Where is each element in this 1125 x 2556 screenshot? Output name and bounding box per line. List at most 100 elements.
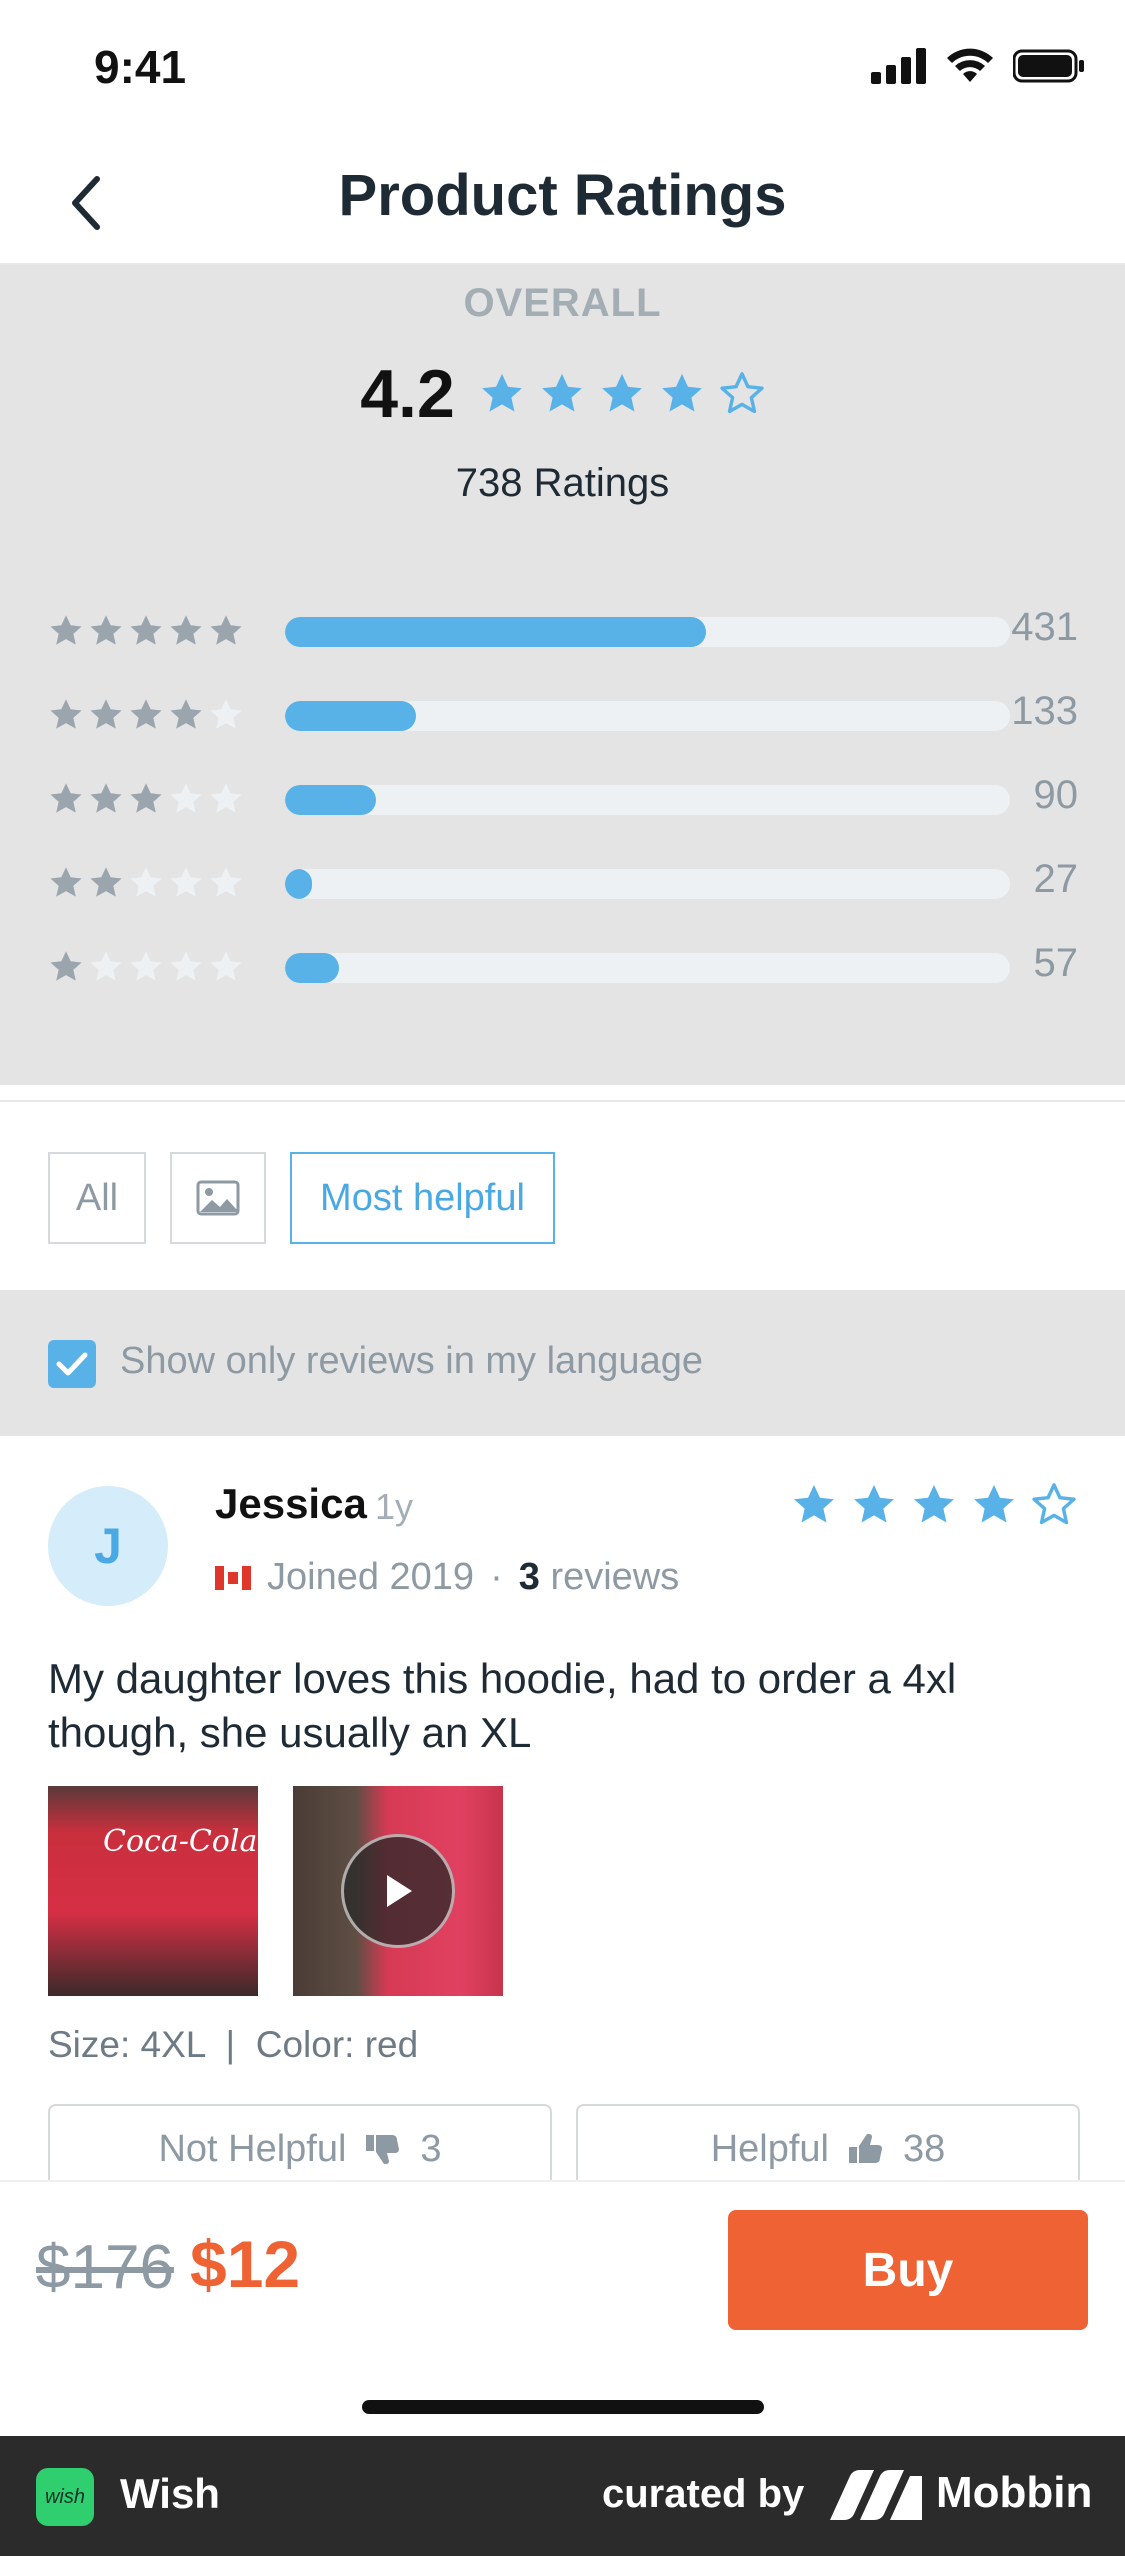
star-filled-icon [661, 373, 702, 412]
distribution-bar-fill [285, 785, 376, 815]
header: Product Ratings [0, 140, 1125, 265]
star-filled-icon [50, 783, 82, 813]
overall-stars [479, 371, 765, 417]
mobbin-logo-icon [830, 2470, 922, 2520]
star-filled-icon [794, 1484, 834, 1523]
distribution-row-5[interactable]: 431 [48, 605, 1078, 655]
star-filled-icon [90, 783, 122, 813]
star-filled-icon [50, 867, 82, 897]
star-empty-icon [210, 699, 242, 729]
filter-all-chip[interactable]: All [48, 1152, 146, 1244]
overall-label: OVERALL [463, 281, 662, 325]
sale-price: $12 [190, 2227, 301, 2301]
star-empty-icon [210, 867, 242, 897]
star-filled-icon [90, 615, 122, 645]
play-button[interactable] [341, 1834, 455, 1948]
distribution-bar-track [285, 869, 1010, 899]
star-empty-icon [210, 951, 242, 981]
curated-by-label: curated by [602, 2472, 805, 2516]
helpful-count: 38 [903, 2127, 946, 2170]
reviews-word: reviews [550, 1556, 680, 1598]
filter-most-helpful-chip[interactable]: Most helpful [290, 1152, 555, 1244]
star-filled-icon [90, 867, 122, 897]
signal-icon [871, 48, 926, 84]
star-empty-icon [1032, 1483, 1076, 1525]
star-filled-icon [974, 1484, 1014, 1523]
star-filled-icon [601, 373, 642, 412]
not-helpful-count: 3 [420, 2127, 442, 2170]
distribution-row-3[interactable]: 90 [48, 773, 1078, 823]
thumbs-up-icon [849, 2134, 882, 2163]
footer: wish Wish curated by Mobbin [0, 2436, 1125, 2556]
star-filled-icon [130, 699, 162, 729]
star-empty-icon [130, 951, 162, 981]
review-video-thumbnail[interactable] [293, 1786, 503, 1996]
distribution-bar-fill [285, 617, 706, 647]
distribution-count: 133 [1011, 689, 1078, 733]
canada-flag-icon [215, 1565, 251, 1590]
distribution-stars [48, 865, 244, 901]
star-filled-icon [50, 951, 82, 981]
star-filled-icon [914, 1484, 954, 1523]
joined-date: Joined 2019 [267, 1556, 475, 1598]
star-empty-icon [130, 867, 162, 897]
review-stars [791, 1482, 1077, 1528]
wifi-icon [947, 48, 993, 82]
star-filled-icon [854, 1484, 894, 1523]
star-filled-icon [170, 615, 202, 645]
distribution-bar-fill [285, 953, 340, 983]
battery-icon [1013, 49, 1084, 83]
review-photo-thumbnail[interactable]: Coca-Cola [48, 1786, 258, 1996]
avatar[interactable]: J [48, 1486, 168, 1606]
distribution-bar-track [285, 701, 1010, 731]
page-title: Product Ratings [338, 163, 787, 228]
review-filters: All Most helpful [0, 1100, 1125, 1290]
distribution-bar-fill [285, 869, 312, 899]
app-name: Wish [120, 2470, 220, 2517]
helpful-label: Helpful [710, 2127, 829, 2170]
reviewer-name[interactable]: Jessica [215, 1480, 367, 1528]
original-price: $176 [36, 2233, 174, 2302]
star-filled-icon [541, 373, 582, 412]
status-bar: 9:41 [0, 0, 1125, 140]
overall-score: 4.2 [360, 356, 455, 432]
ratings-count: 738 Ratings [455, 461, 670, 505]
mobbin-brand-name: Mobbin [936, 2468, 1093, 2517]
size-color-info: Size: 4XL | Color: red [48, 2024, 419, 2065]
star-empty-icon [210, 783, 242, 813]
reviewer-meta: Joined 2019 · 3 reviews [215, 1556, 679, 1599]
distribution-row-4[interactable]: 133 [48, 689, 1078, 739]
star-filled-icon [210, 615, 242, 645]
distribution-count: 90 [1033, 773, 1079, 817]
star-empty-icon [90, 951, 122, 981]
star-empty-icon [170, 951, 202, 981]
wish-app-icon: wish [36, 2468, 94, 2526]
review-text: My daughter loves this hoodie, had to or… [48, 1655, 957, 1756]
star-filled-icon [50, 615, 82, 645]
play-icon [387, 1875, 412, 1907]
distribution-count: 431 [1011, 605, 1078, 649]
filter-images-chip[interactable] [170, 1152, 266, 1244]
distribution-row-1[interactable]: 57 [48, 941, 1078, 991]
review-age: 1y [375, 1486, 414, 1527]
distribution-count: 27 [1033, 857, 1079, 901]
status-time: 9:41 [94, 41, 187, 93]
distribution-bar-fill [285, 701, 416, 731]
review-card: J Jessica 1y Joined 2019 · 3 reviews My … [0, 1436, 1125, 2194]
star-empty-icon [720, 372, 764, 414]
star-filled-icon [90, 699, 122, 729]
thumbnail-logo-text: Coca-Cola [103, 1824, 258, 1859]
home-indicator [362, 2400, 764, 2414]
star-filled-icon [130, 615, 162, 645]
star-filled-icon [50, 699, 82, 729]
image-icon [196, 1180, 240, 1216]
star-filled-icon [170, 699, 202, 729]
star-filled-icon [481, 373, 522, 412]
buy-button[interactable]: Buy [728, 2210, 1088, 2330]
overall-score-row: 4.2 [0, 355, 1125, 433]
meta-separator: · [490, 1556, 503, 1598]
star-empty-icon [170, 783, 202, 813]
language-checkbox[interactable] [48, 1340, 96, 1388]
distribution-row-2[interactable]: 27 [48, 857, 1078, 907]
distribution-stars [48, 781, 244, 817]
